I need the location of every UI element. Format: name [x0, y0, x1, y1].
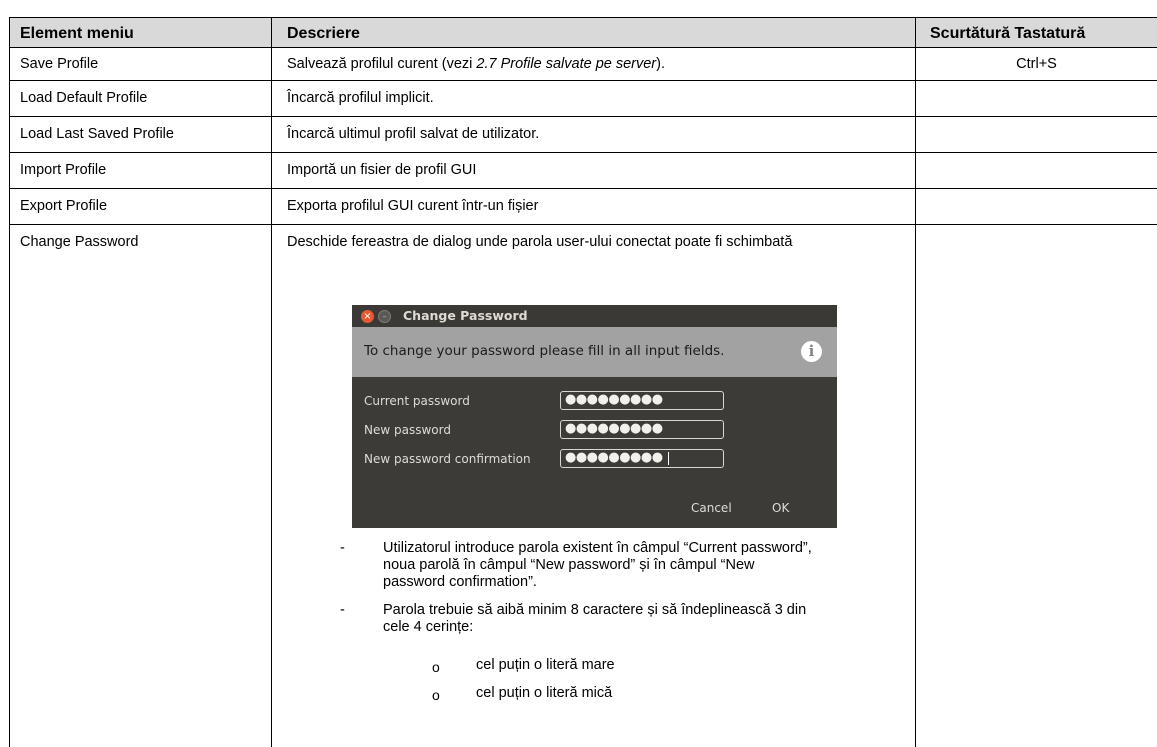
cancel-button[interactable]: Cancel: [691, 501, 732, 515]
bullet-circle: o: [432, 687, 440, 703]
header-description: Descriere: [287, 25, 360, 42]
change-password-dialog: × – Change Password To change your passw…: [352, 305, 837, 528]
text-caret: [668, 452, 669, 465]
row-desc-change-password: Deschide fereastra de dialog unde parola…: [287, 234, 793, 250]
current-password-label: Current password: [364, 394, 470, 408]
new-password-field[interactable]: ●●●●●●●●●: [560, 420, 724, 439]
desc-text: Salvează profilul curent (vezi: [287, 56, 477, 72]
desc-text: ).: [656, 56, 665, 72]
dialog-title: Change Password: [403, 308, 528, 323]
dialog-titlebar: × – Change Password: [352, 305, 837, 327]
row-item-import-profile: Import Profile: [20, 162, 107, 178]
row-desc-import-profile: Importă un fisier de profil GUI: [287, 162, 477, 178]
dialog-info-banner: To change your password please fill in a…: [352, 327, 837, 377]
bullet-circle: o: [432, 659, 440, 675]
bullet-text-line: password confirmation”.: [383, 574, 537, 590]
table-row-divider: [9, 80, 1157, 81]
table-column-divider: [915, 17, 916, 747]
row-shortcut-save-profile: Ctrl+S: [1016, 56, 1057, 72]
row-item-export-profile: Export Profile: [20, 198, 108, 214]
table-row-divider: [9, 188, 1157, 189]
close-icon[interactable]: ×: [361, 310, 374, 323]
sub-bullet-text: cel puțin o literă mică: [476, 685, 613, 701]
table-row-divider: [9, 116, 1157, 117]
row-item-load-last-saved: Load Last Saved Profile: [20, 126, 174, 142]
row-item-change-password: Change Password: [20, 234, 139, 250]
header-shortcut: Scurtătură Tastatură: [930, 25, 1086, 42]
header-menu-item: Element meniu: [20, 25, 134, 42]
table-column-divider: [271, 17, 272, 747]
bullet-text-line: Utilizatorul introduce parola existent î…: [383, 540, 812, 556]
current-password-field[interactable]: ●●●●●●●●●: [560, 391, 724, 410]
row-item-save-profile: Save Profile: [20, 56, 99, 72]
bullet-text-line: Parola trebuie să aibă minim 8 caractere…: [383, 602, 807, 618]
document-page: Element meniu Descriere Scurtătură Tasta…: [0, 0, 1157, 747]
ok-button[interactable]: OK: [772, 501, 789, 515]
new-password-confirmation-field[interactable]: ●●●●●●●●●: [560, 449, 724, 468]
table-row-divider: [9, 224, 1157, 225]
bullet-dash: -: [340, 540, 345, 556]
bullet-text-line: cele 4 cerințe:: [383, 619, 474, 635]
banner-text: To change your password please fill in a…: [364, 343, 725, 359]
new-password-confirmation-value: ●●●●●●●●●: [565, 450, 663, 465]
table-row-divider: [9, 152, 1157, 153]
row-desc-save-profile: Salvează profilul curent (vezi 2.7 Profi…: [287, 55, 665, 73]
minimize-icon[interactable]: –: [378, 310, 391, 323]
info-icon: i: [801, 341, 822, 362]
row-desc-load-last-saved: Încarcă ultimul profil salvat de utiliza…: [287, 126, 540, 142]
table-border-header: [9, 47, 1157, 48]
table-border-left: [9, 17, 10, 747]
new-password-value: ●●●●●●●●●: [565, 421, 663, 436]
new-password-label: New password: [364, 423, 451, 437]
section-reference-link[interactable]: 2.7 Profile salvate pe server: [476, 56, 656, 72]
bullet-text-line: noua parolă în câmpul “New password” și …: [383, 557, 755, 573]
bullet-dash: -: [340, 602, 345, 618]
current-password-value: ●●●●●●●●●: [565, 392, 663, 407]
new-password-confirmation-label: New password confirmation: [364, 452, 531, 466]
row-desc-export-profile: Exporta profilul GUI curent într-un fiși…: [287, 198, 539, 214]
sub-bullet-text: cel puțin o literă mare: [476, 657, 615, 673]
row-item-load-default: Load Default Profile: [20, 90, 148, 106]
table-border-top: [9, 17, 1157, 18]
row-desc-load-default: Încarcă profilul implicit.: [287, 90, 434, 106]
